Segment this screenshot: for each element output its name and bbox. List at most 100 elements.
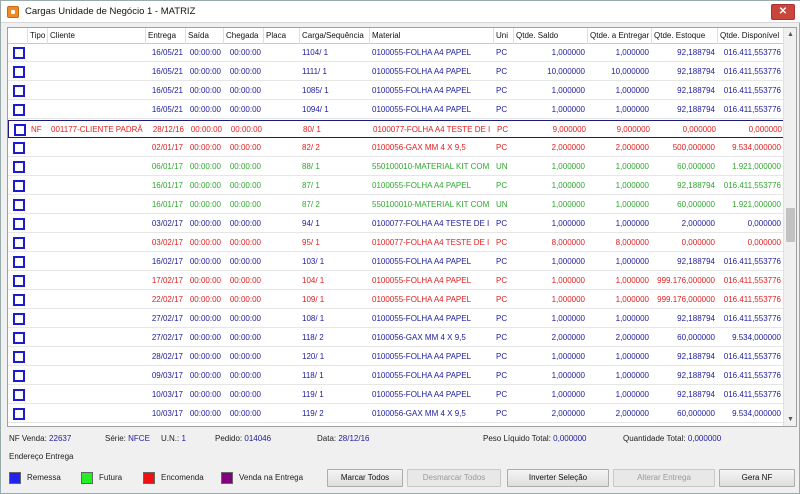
cell-qtde-entregar: 2,000000 xyxy=(615,409,649,418)
cell-tipo xyxy=(28,139,48,157)
row-checkbox[interactable] xyxy=(13,161,25,173)
cell-qtde-entregar: 2,000000 xyxy=(615,333,649,342)
header-qtde-disponivel[interactable]: Qtde. Disponível xyxy=(718,28,784,44)
table-row[interactable]: 02/01/17 00:00:00 00:00:00 82/ 2 0100056-GAX… xyxy=(8,139,784,157)
desmarcar-todos-button[interactable]: Desmarcar Todos xyxy=(407,469,501,487)
cell-saida: 00:00:00 xyxy=(190,125,222,134)
table-row[interactable]: 03/02/17 00:00:00 00:00:00 94/ 1 0100077-FOL… xyxy=(8,215,784,233)
row-checkbox[interactable] xyxy=(13,313,25,325)
row-checkbox[interactable] xyxy=(13,275,25,287)
row-checkbox[interactable] xyxy=(13,332,25,344)
cell-cliente xyxy=(48,177,146,195)
header-tipo[interactable]: Tipo xyxy=(28,28,48,44)
header-qtde-saldo[interactable]: Qtde. Saldo xyxy=(514,28,588,44)
header-carga[interactable]: Carga/Sequência xyxy=(300,28,370,44)
table-row[interactable]: 16/05/21 00:00:00 00:00:00 1094/ 1 0100055-F… xyxy=(8,101,784,119)
row-checkbox[interactable] xyxy=(13,237,25,249)
marcar-todos-button[interactable]: Marcar Todos xyxy=(327,469,403,487)
cell-chegada: 00:00:00 xyxy=(229,314,261,323)
cell-qtde-disponivel: 016.411,553776 xyxy=(723,86,781,95)
cell-saida: 00:00:00 xyxy=(189,67,221,76)
cell-qtde-disponivel: 016.411,553776 xyxy=(723,371,781,380)
table-row[interactable]: 16/05/21 00:00:00 00:00:00 1111/ 1 0100055-F… xyxy=(8,63,784,81)
row-checkbox[interactable] xyxy=(13,142,25,154)
row-checkbox[interactable] xyxy=(13,351,25,363)
cell-saida: 00:00:00 xyxy=(189,48,221,57)
table-row[interactable]: 06/01/17 00:00:00 00:00:00 88/ 1 550100010-M… xyxy=(8,158,784,176)
table-row[interactable]: 16/05/21 00:00:00 00:00:00 1085/ 1 0100055-F… xyxy=(8,82,784,100)
cell-uni: PC xyxy=(496,143,508,152)
cell-cliente xyxy=(48,310,146,328)
row-checkbox[interactable] xyxy=(13,180,25,192)
row-checkbox[interactable] xyxy=(13,370,25,382)
header-entrega[interactable]: Entrega xyxy=(146,28,186,44)
table-row[interactable]: 27/02/17 00:00:00 00:00:00 108/ 1 0100055-FO… xyxy=(8,310,784,328)
row-checkbox[interactable] xyxy=(13,47,25,59)
row-checkbox[interactable] xyxy=(13,408,25,420)
table-row[interactable]: 17/02/17 00:00:00 00:00:00 104/ 1 0100055-FO… xyxy=(8,272,784,290)
status-un: U.N.: 1 xyxy=(161,434,186,443)
header-qtde-entregar[interactable]: Qtde. a Entregar xyxy=(588,28,652,44)
cell-tipo xyxy=(28,44,48,62)
cell-chegada: 00:00:00 xyxy=(229,219,261,228)
cell-entrega: 16/01/17 xyxy=(151,200,183,209)
row-checkbox[interactable] xyxy=(13,218,25,230)
cell-qtde-entregar: 1,000000 xyxy=(615,48,649,57)
status-nf-venda: NF Venda: 22637 xyxy=(9,434,72,443)
cell-carga: 109/ 1 xyxy=(302,295,325,304)
table-row[interactable]: 16/02/17 00:00:00 00:00:00 103/ 1 0100055-FO… xyxy=(8,253,784,271)
cell-cliente xyxy=(48,215,146,233)
header-qtde-estoque[interactable]: Qtde. Estoque xyxy=(652,28,718,44)
inverter-selecao-button[interactable]: Inverter Seleção xyxy=(507,469,609,487)
cell-qtde-entregar: 1,000000 xyxy=(615,314,649,323)
cell-material: 0100077-FOLHA A4 TESTE DE I xyxy=(372,219,490,228)
table-row[interactable]: 22/02/17 00:00:00 00:00:00 109/ 1 0100055-FO… xyxy=(8,291,784,309)
table-row[interactable]: 10/03/17 00:00:00 00:00:00 119/ 1 0100055-FO… xyxy=(8,386,784,404)
table-row[interactable]: 28/02/17 00:00:00 00:00:00 120/ 1 0100055-FO… xyxy=(8,348,784,366)
table-row[interactable]: 16/05/21 00:00:00 00:00:00 1104/ 1 0100055-F… xyxy=(8,44,784,62)
row-checkbox[interactable] xyxy=(13,256,25,268)
header-saida[interactable]: Saída xyxy=(186,28,224,44)
table-row[interactable]: 16/01/17 00:00:00 00:00:00 87/ 2 550100010-M… xyxy=(8,196,784,214)
cell-placa xyxy=(264,253,300,271)
cell-entrega: 16/02/17 xyxy=(151,257,183,266)
scroll-thumb[interactable] xyxy=(786,208,795,242)
cell-qtde-disponivel: 0,000000 xyxy=(747,238,781,247)
gera-nf-button[interactable]: Gera NF xyxy=(719,469,795,487)
header-uni[interactable]: Uni xyxy=(494,28,514,44)
cell-cliente xyxy=(48,291,146,309)
cell-qtde-estoque: 92,188794 xyxy=(677,257,715,266)
cargas-grid[interactable]: Tipo Cliente Entrega Saída Chegada Placa… xyxy=(7,27,797,427)
table-row[interactable]: NF 001177-CLIENTE PADRÃ 28/12/16 00:00:00 00… xyxy=(8,120,784,138)
table-row[interactable]: 27/02/17 00:00:00 00:00:00 118/ 2 0100056-GA… xyxy=(8,329,784,347)
close-button[interactable]: ✕ xyxy=(771,4,795,20)
table-row[interactable]: 09/03/17 00:00:00 00:00:00 118/ 1 0100055-FO… xyxy=(8,367,784,385)
row-checkbox[interactable] xyxy=(13,294,25,306)
row-checkbox[interactable] xyxy=(13,389,25,401)
alterar-entrega-button[interactable]: Alterar Entrega xyxy=(613,469,715,487)
row-checkbox[interactable] xyxy=(13,104,25,116)
cell-chegada: 00:00:00 xyxy=(229,352,261,361)
row-checkbox[interactable] xyxy=(14,124,26,136)
row-checkbox[interactable] xyxy=(13,66,25,78)
table-row[interactable]: 03/02/17 00:00:00 00:00:00 95/ 1 0100077-FOL… xyxy=(8,234,784,252)
scroll-down-icon[interactable]: ▼ xyxy=(784,413,796,426)
swatch-encomenda xyxy=(143,471,155,484)
header-placa[interactable]: Placa xyxy=(264,28,300,44)
header-chegada[interactable]: Chegada xyxy=(224,28,264,44)
vertical-scrollbar[interactable]: ▲ ▼ xyxy=(783,28,796,426)
row-checkbox[interactable] xyxy=(13,199,25,211)
row-checkbox[interactable] xyxy=(13,85,25,97)
cell-tipo xyxy=(28,329,48,347)
grid-header: Tipo Cliente Entrega Saída Chegada Placa… xyxy=(8,28,784,44)
table-row[interactable]: 16/01/17 00:00:00 00:00:00 87/ 1 0100055-FOL… xyxy=(8,177,784,195)
cell-tipo xyxy=(28,367,48,385)
header-material[interactable]: Material xyxy=(370,28,494,44)
scroll-up-icon[interactable]: ▲ xyxy=(784,28,796,41)
table-row[interactable]: 10/03/17 00:00:00 00:00:00 119/ 2 0100056-GA… xyxy=(8,405,784,423)
header-cliente[interactable]: Cliente xyxy=(48,28,146,44)
cell-qtde-saldo: 1,000000 xyxy=(551,86,585,95)
cell-carga: 103/ 1 xyxy=(302,257,325,266)
cell-saida: 00:00:00 xyxy=(189,390,221,399)
cell-chegada: 00:00:00 xyxy=(229,143,261,152)
